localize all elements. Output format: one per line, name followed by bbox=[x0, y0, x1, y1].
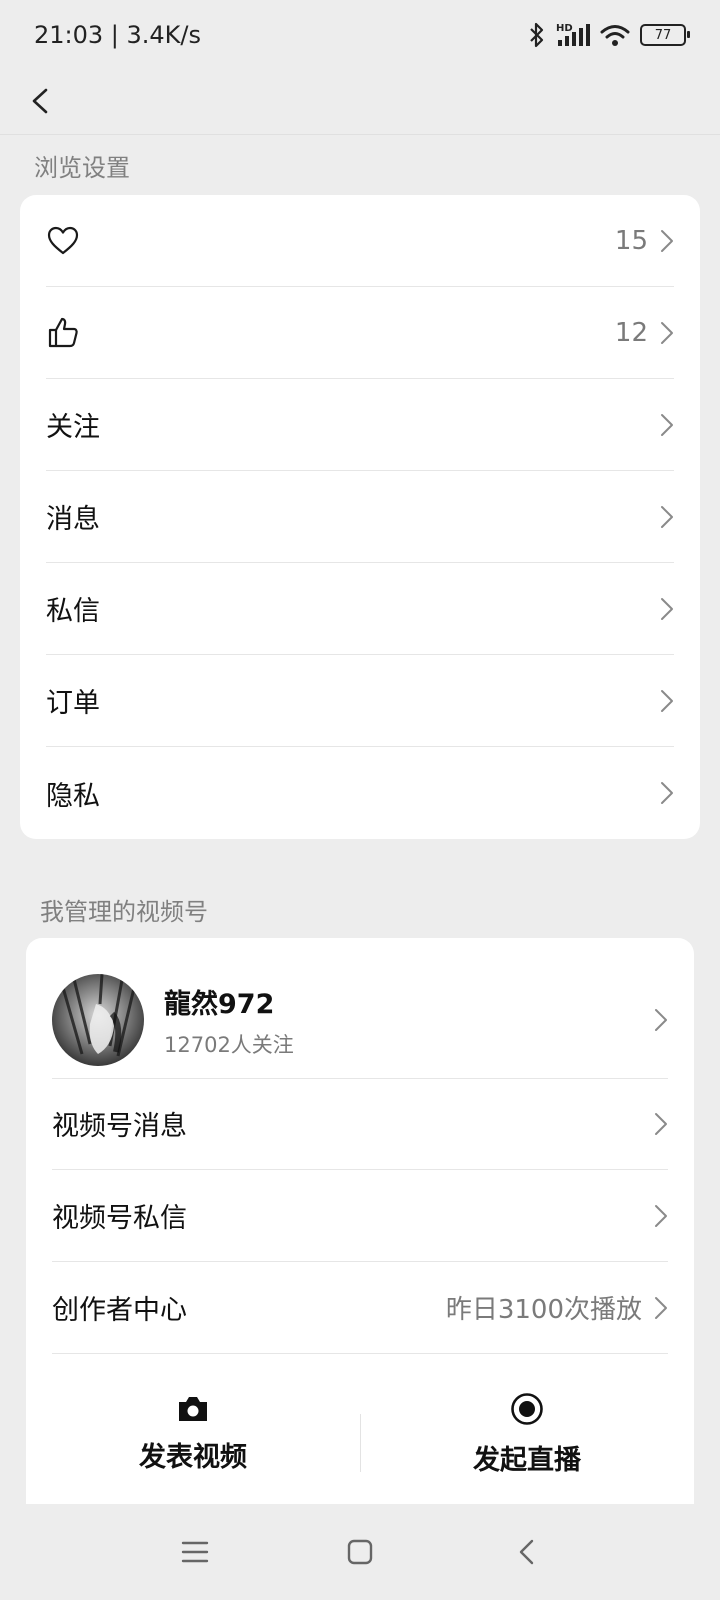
status-time-speed: 21:03 | 3.4K/s bbox=[34, 21, 202, 49]
messages-label: 消息 bbox=[46, 504, 100, 535]
channel-private-messages-row[interactable]: 视频号私信 bbox=[52, 1170, 668, 1262]
status-icons: HD 77 bbox=[528, 22, 690, 48]
network-badge: HD bbox=[556, 23, 573, 34]
heart-icon bbox=[47, 226, 79, 254]
likes-row[interactable]: 12 bbox=[46, 287, 674, 379]
channel-name: 龍然972 bbox=[164, 988, 275, 1020]
start-live-label: 发起直播 bbox=[473, 1444, 581, 1476]
bluetooth-icon bbox=[530, 22, 544, 48]
private-messages-row[interactable]: 私信 bbox=[46, 563, 674, 655]
follow-row[interactable]: 关注 bbox=[46, 379, 674, 471]
messages-row[interactable]: 消息 bbox=[46, 471, 674, 563]
status-bar: 21:03 | 3.4K/s HD 77 bbox=[0, 0, 720, 70]
live-record-icon bbox=[511, 1392, 543, 1425]
likes-count: 12 bbox=[614, 317, 648, 348]
publish-video-button[interactable]: 发表视频 bbox=[26, 1364, 360, 1504]
channels-section-title: 我管理的视频号 bbox=[40, 898, 208, 926]
chevron-right-icon bbox=[661, 229, 673, 252]
follow-label: 关注 bbox=[46, 412, 100, 443]
menu-icon[interactable] bbox=[175, 1532, 215, 1572]
avatar bbox=[52, 974, 144, 1066]
chevron-right-icon bbox=[661, 413, 673, 436]
publish-video-label: 发表视频 bbox=[139, 1441, 247, 1473]
creator-center-label: 创作者中心 bbox=[52, 1295, 187, 1326]
channel-messages-row[interactable]: 视频号消息 bbox=[52, 1078, 668, 1170]
battery-level: 77 bbox=[654, 27, 672, 43]
channel-messages-label: 视频号消息 bbox=[52, 1111, 187, 1142]
system-nav-bar bbox=[0, 1504, 720, 1600]
channel-followers: 12702人关注 bbox=[164, 1032, 294, 1057]
top-bar bbox=[0, 70, 720, 135]
orders-row[interactable]: 订单 bbox=[46, 655, 674, 747]
chevron-right-icon bbox=[661, 321, 673, 344]
cellular-signal-icon: HD bbox=[556, 23, 590, 46]
avatar-image bbox=[52, 974, 144, 1066]
action-divider bbox=[360, 1414, 361, 1472]
wifi-icon bbox=[600, 25, 630, 46]
orders-label: 订单 bbox=[46, 688, 100, 719]
chevron-right-icon bbox=[661, 782, 673, 804]
favorites-count: 15 bbox=[614, 225, 648, 256]
thumbs-up-icon bbox=[48, 317, 78, 347]
camera-icon bbox=[179, 1396, 207, 1421]
chevron-right-icon bbox=[661, 597, 673, 620]
favorites-row[interactable]: 15 bbox=[46, 195, 674, 287]
chevron-right-icon bbox=[655, 1296, 667, 1319]
chevron-right-icon bbox=[661, 505, 673, 528]
channels-card: 龍然972 12702人关注 视频号消息 视频号私信 创作者中心 昨日3100次… bbox=[26, 938, 694, 1504]
chevron-right-icon bbox=[655, 1009, 667, 1031]
chevron-right-icon bbox=[655, 1112, 667, 1135]
privacy-label: 隐私 bbox=[46, 780, 100, 812]
browse-settings-card: 15 12 关注 消息 私信 订单 隐私 bbox=[20, 195, 700, 839]
channel-profile-row[interactable]: 龍然972 12702人关注 bbox=[52, 962, 668, 1079]
privacy-row[interactable]: 隐私 bbox=[46, 747, 674, 839]
browse-section-title: 浏览设置 bbox=[34, 154, 130, 182]
home-icon[interactable] bbox=[340, 1532, 380, 1572]
back-button[interactable] bbox=[20, 78, 66, 124]
private-messages-label: 私信 bbox=[46, 596, 100, 627]
nav-back-icon[interactable] bbox=[508, 1532, 548, 1572]
channel-private-messages-label: 视频号私信 bbox=[52, 1203, 187, 1234]
creator-center-stats: 昨日3100次播放 bbox=[445, 1295, 642, 1325]
chevron-right-icon bbox=[661, 689, 673, 712]
creator-center-row[interactable]: 创作者中心 昨日3100次播放 bbox=[52, 1262, 668, 1354]
start-live-button[interactable]: 发起直播 bbox=[360, 1364, 694, 1504]
battery-indicator: 77 bbox=[640, 24, 690, 46]
chevron-right-icon bbox=[655, 1204, 667, 1227]
